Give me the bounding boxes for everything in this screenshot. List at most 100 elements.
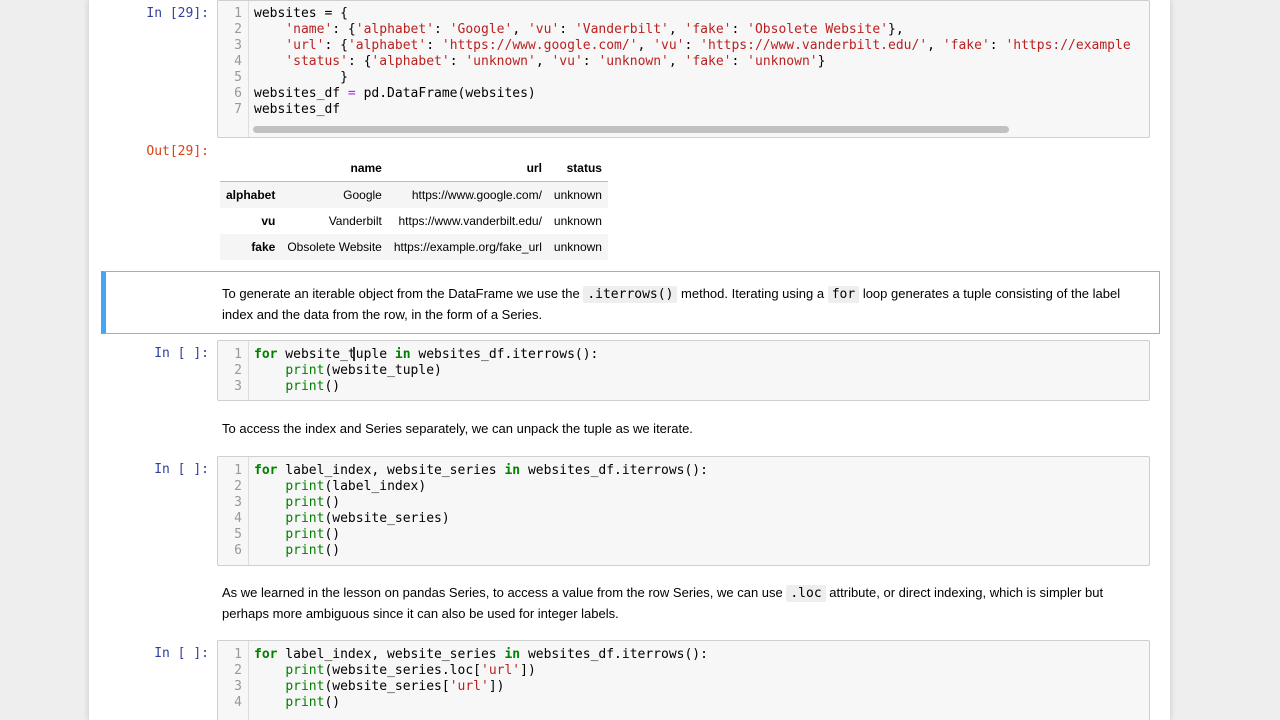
cell-name: Vanderbilt: [328, 214, 382, 228]
table-row: vu Vanderbilt https://www.vanderbilt.edu…: [220, 208, 608, 234]
table-header-row: name url status: [220, 155, 608, 182]
cell-url: https://www.vanderbilt.edu/: [398, 214, 542, 228]
code-token: ,: [927, 38, 943, 53]
code-line: 4 print(website_series): [218, 511, 1149, 527]
code-token: print: [285, 663, 325, 678]
code-token: :: [434, 22, 450, 37]
code-token: }: [817, 54, 826, 69]
code-text: 'url': {'alphabet': 'https://www.google.…: [254, 38, 1131, 54]
text-cursor: [353, 347, 355, 361]
code-token: websites_df.iterrows():: [520, 647, 708, 662]
line-number: 4: [234, 511, 242, 526]
code-line: 3 print(): [218, 379, 1149, 395]
code-token: (): [324, 695, 341, 710]
code-token: ,: [512, 22, 528, 37]
code-text: print(): [254, 527, 340, 543]
code-token: 'vu': [653, 38, 685, 53]
code-text: print(): [254, 543, 340, 559]
code-token: 'unknown': [747, 54, 818, 69]
code-text: 'status': {'alphabet': 'unknown', 'vu': …: [254, 54, 825, 70]
code-token: (): [324, 495, 341, 510]
code-line: 1 for website_tuple in websites_df.iterro…: [218, 347, 1149, 363]
code-token: ,: [668, 22, 685, 37]
code-token: :: [559, 22, 575, 37]
code-token: website_tuple: [277, 347, 395, 362]
code-token: 'fake': [684, 54, 732, 69]
line-number: 1: [234, 347, 242, 362]
code-token: }: [254, 70, 348, 85]
code-token: : {: [324, 38, 348, 53]
code-token: 'https://www.google.com/': [441, 38, 638, 53]
code-token: for: [254, 647, 278, 662]
code-text: print(website_tuple): [254, 363, 442, 379]
notebook-panel: In [29]: 1 websites = {2 'name': {'alphab…: [89, 0, 1170, 720]
code-token: print: [285, 679, 325, 694]
code-token: print: [285, 479, 325, 494]
line-number: 3: [234, 38, 242, 53]
input-prompt: In [29]:: [146, 6, 209, 21]
code-token: ,: [668, 54, 685, 69]
code-token: 'unknown': [598, 54, 669, 69]
code-line: 2 print(website_series.loc['url']): [218, 663, 1149, 679]
inline-code: .iterrows(): [583, 286, 678, 303]
line-number: 7: [234, 102, 242, 117]
code-token: (website_series): [324, 511, 450, 526]
code-token: websites_df.iterrows():: [520, 463, 708, 478]
code-text: print(): [254, 495, 340, 511]
line-number: 2: [234, 479, 242, 494]
code-token: in: [504, 647, 521, 662]
code-text: for label_index, website_series in websi…: [254, 463, 708, 479]
cell-url: https://www.google.com/: [411, 188, 542, 202]
code-token: 'unknown': [465, 54, 536, 69]
code-token: 'https://example: [1005, 38, 1131, 53]
code-token: websites_df.iterrows():: [410, 347, 599, 362]
code-token: print: [285, 495, 325, 510]
code-token: for: [254, 463, 278, 478]
code-token: 'https://www.vanderbilt.edu/': [700, 38, 928, 53]
code-line: 3 print(website_series['url']): [218, 679, 1149, 695]
code-token: },: [888, 22, 904, 37]
cell-name: Google: [343, 188, 382, 202]
code-token: websites_df: [254, 102, 341, 117]
code-cell[interactable]: 1 for label_index, website_series in webs…: [217, 640, 1150, 720]
code-cell[interactable]: 1 for website_tuple in websites_df.iterro…: [217, 340, 1150, 401]
code-token: 'name': [285, 22, 333, 37]
cell-status: unknown: [553, 214, 602, 228]
code-text: websites = {: [254, 6, 348, 22]
line-number: 3: [234, 679, 242, 694]
code-text: print(): [254, 695, 340, 711]
code-token: 'Obsolete Website': [747, 22, 889, 37]
line-number: 6: [234, 86, 242, 101]
code-token: print: [285, 543, 325, 558]
code-token: 'Vanderbilt': [574, 22, 669, 37]
inline-code: .loc: [786, 585, 826, 602]
code-text: websites_df = pd.DataFrame(websites): [254, 86, 536, 102]
code-line: 7 websites_df: [218, 102, 1149, 118]
code-token: 'alphabet': [371, 54, 450, 69]
row-index: fake: [251, 240, 276, 254]
cell-status: unknown: [553, 188, 602, 202]
cell-url: https://example.org/fake_url: [393, 240, 542, 254]
code-cell[interactable]: 1 for label_index, website_series in webs…: [217, 456, 1150, 566]
code-cell-29[interactable]: 1 websites = {2 'name': {'alphabet': 'Goo…: [217, 0, 1150, 138]
horizontal-scrollbar[interactable]: [253, 126, 1009, 133]
line-number: 4: [234, 695, 242, 710]
cell-name: Obsolete Website: [287, 240, 382, 254]
code-token: (label_index): [324, 479, 427, 494]
input-prompt: In [ ]:: [154, 346, 209, 361]
code-token: ,: [637, 38, 654, 53]
code-token: :: [582, 54, 599, 69]
code-token: 'vu': [527, 22, 560, 37]
code-line: 2 'name': {'alphabet': 'Google', 'vu': '…: [218, 22, 1149, 38]
code-text: }: [254, 70, 348, 86]
markdown-text: To generate an iterable object from the …: [222, 286, 584, 301]
code-token: print: [285, 695, 325, 710]
code-token: label_index, website_series: [277, 463, 505, 478]
